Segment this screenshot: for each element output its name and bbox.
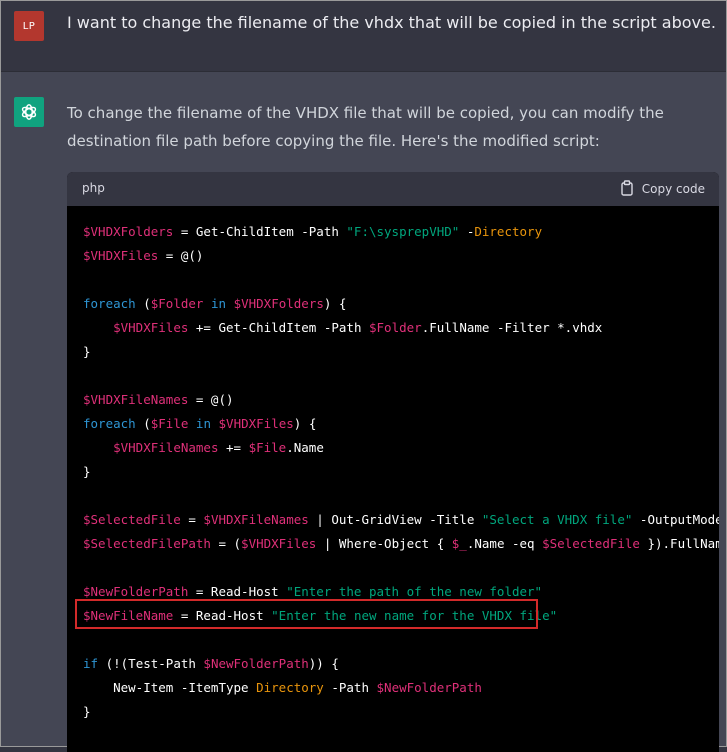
code-token: $Folder <box>150 296 204 311</box>
user-avatar: LP <box>14 11 44 41</box>
code-token: .FullName -Filter *.vhdx <box>421 320 603 335</box>
code-line: $SelectedFilePath = ($VHDXFiles | Where-… <box>83 532 719 556</box>
code-line: foreach ($Folder in $VHDXFolders) { <box>83 292 719 316</box>
code-token: $NewFolderPath <box>203 656 309 671</box>
assistant-reply-text: To change the filename of the VHDX file … <box>67 104 664 150</box>
clipboard-icon <box>620 179 634 199</box>
code-block: php Copy code $VHDXFolders = Get-ChildIt… <box>67 172 719 752</box>
code-token: in <box>210 296 227 311</box>
code-token: Directory <box>256 680 324 695</box>
code-token: Directory <box>474 224 543 239</box>
code-token: $VHDXFileNames <box>113 440 219 455</box>
code-token: -OutputMode Single <box>639 512 719 527</box>
code-token: if <box>83 656 99 671</box>
code-token: $VHDXFiles <box>218 416 294 431</box>
code-token: = ( <box>210 536 242 551</box>
code-token: $VHDXFileNames <box>83 392 189 407</box>
code-token: "Select a VHDX file" <box>481 512 633 527</box>
code-token: "Enter the path of the new folder" <box>286 584 543 599</box>
code-token: += Get-ChildItem -Path <box>188 320 369 335</box>
copy-code-label: Copy code <box>641 182 705 196</box>
copy-code-button[interactable]: Copy code <box>620 179 705 199</box>
code-token: )) { <box>308 656 339 671</box>
code-token: ( <box>135 416 151 431</box>
code-token: } <box>83 464 91 479</box>
code-line: $VHDXFolders = Get-ChildItem -Path "F:\s… <box>83 220 719 244</box>
user-message-row: LP I want to change the filename of the … <box>1 1 726 72</box>
code-token: "F:\sysprepVHD" <box>346 224 460 239</box>
code-token: $_ <box>451 536 467 551</box>
code-token: $NewFolderPath <box>376 680 482 695</box>
code-token: = <box>180 512 204 527</box>
code-line: $VHDXFiles = @() <box>83 244 719 268</box>
code-line: $VHDXFileNames += $File.Name <box>83 436 719 460</box>
assistant-message-row: To change the filename of the VHDX file … <box>1 72 726 752</box>
code-token: foreach <box>83 416 136 431</box>
code-token: $File <box>248 440 287 455</box>
code-token: -Path <box>323 680 377 695</box>
code-token: }).FullName <box>647 536 719 551</box>
code-token: | Where-Object { <box>316 536 452 551</box>
code-line: $VHDXFileNames = @() <box>83 388 719 412</box>
code-line: $SelectedFile = $VHDXFileNames | Out-Gri… <box>83 508 719 532</box>
code-line: } <box>83 460 719 484</box>
code-token: += <box>218 440 249 455</box>
code-line: if (!(Test-Path $NewFolderPath)) { <box>83 652 719 676</box>
code-token: (!(Test-Path <box>98 656 204 671</box>
code-token: $NewFolderPath <box>83 584 189 599</box>
highlight-annotation-box <box>75 599 538 629</box>
code-token: ) { <box>323 296 347 311</box>
code-line: } <box>83 700 719 724</box>
code-token: = Read-Host <box>188 584 287 599</box>
code-token: $VHDXFolders <box>83 224 174 239</box>
code-token: = @() <box>158 248 204 263</box>
code-token: .Name -eq <box>466 536 543 551</box>
code-token: ( <box>135 296 151 311</box>
code-token: ) { <box>293 416 317 431</box>
code-token: New-Item -ItemType <box>83 680 257 695</box>
code-token: $VHDXFolders <box>233 296 324 311</box>
code-token: = @() <box>188 392 234 407</box>
code-language-label: php <box>82 181 105 195</box>
code-token: $Folder <box>369 320 422 335</box>
code-token: foreach <box>83 296 136 311</box>
code-token: | Out-GridView -Title <box>308 512 482 527</box>
code-token: } <box>83 344 91 359</box>
code-line: } <box>83 340 719 364</box>
user-message-text: I want to change the filename of the vhd… <box>67 13 716 32</box>
code-line: New-Item -ItemType Directory -Path $NewF… <box>83 676 719 700</box>
code-token: = Get-ChildItem -Path <box>173 224 347 239</box>
code-token: in <box>195 416 211 431</box>
code-token: $SelectedFile <box>542 536 640 551</box>
code-line: $VHDXFiles += Get-ChildItem -Path $Folde… <box>83 316 719 340</box>
openai-logo-icon <box>14 97 44 127</box>
code-block-header: php Copy code <box>67 172 719 206</box>
code-token: - <box>459 224 475 239</box>
code-content: $VHDXFolders = Get-ChildItem -Path "F:\s… <box>83 220 719 724</box>
code-token: $SelectedFile <box>83 512 181 527</box>
code-token: $File <box>150 416 189 431</box>
code-token: .Name <box>286 440 324 455</box>
code-token: $VHDXFiles <box>83 248 159 263</box>
code-token: $VHDXFiles <box>113 320 189 335</box>
code-token: $VHDXFileNames <box>203 512 309 527</box>
code-token: } <box>83 704 91 719</box>
code-line: foreach ($File in $VHDXFiles) { <box>83 412 719 436</box>
code-token: $VHDXFiles <box>241 536 317 551</box>
code-token: $SelectedFilePath <box>83 536 211 551</box>
